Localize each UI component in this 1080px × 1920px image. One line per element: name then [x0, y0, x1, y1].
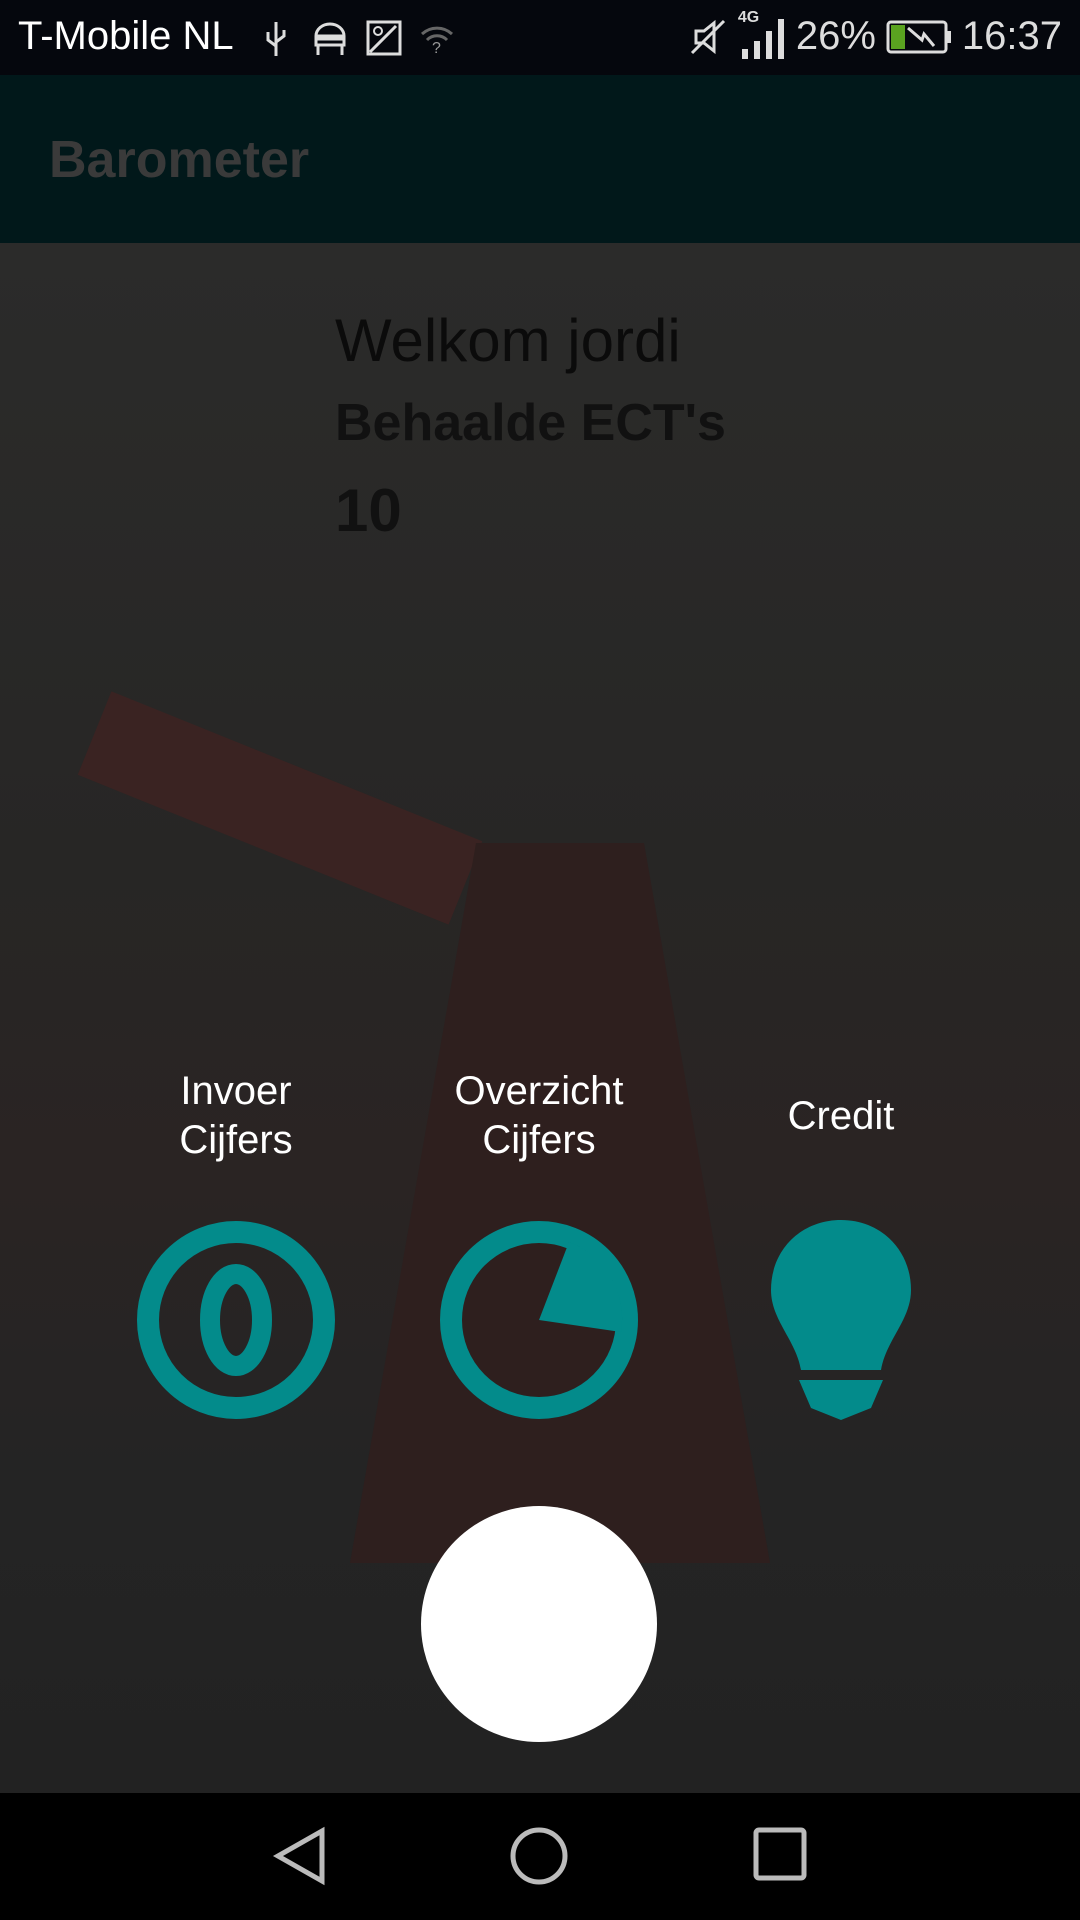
android-icon [314, 22, 346, 55]
back-icon[interactable] [272, 1826, 328, 1886]
zero-circle-icon[interactable] [136, 1220, 336, 1420]
lightbulb-icon[interactable] [771, 1220, 911, 1420]
signal-icon: 4G [738, 9, 786, 59]
menu-label-credit[interactable]: Credit [691, 1092, 991, 1141]
app-title: Barometer [49, 131, 310, 189]
label-line: Overzicht [454, 1069, 624, 1113]
action-button[interactable] [421, 1506, 657, 1742]
main-content: Welkom jordi Behaalde ECT's 10 Invoer Ci… [0, 243, 1080, 1793]
pie-chart-icon[interactable] [439, 1220, 639, 1420]
home-icon[interactable] [509, 1826, 569, 1886]
wifi-unknown-icon: ? [420, 26, 454, 54]
svg-text:?: ? [432, 40, 441, 54]
label-line: Credit [787, 1094, 895, 1138]
recents-icon[interactable] [752, 1826, 808, 1882]
mute-icon [690, 19, 725, 54]
app-bar: Barometer [0, 75, 1080, 243]
battery-charging-icon [886, 20, 951, 53]
label-line: Invoer [180, 1069, 292, 1113]
ects-label: Behaalde ECT's [335, 394, 726, 452]
status-bar: T-Mobile NL ? 4G 26% 16:37 [0, 0, 1080, 75]
navigation-bar [0, 1793, 1080, 1920]
background-photo [77, 691, 483, 925]
clock: 16:37 [961, 14, 1062, 58]
carrier-name: T-Mobile NL [18, 14, 234, 58]
background-photo-stairs [350, 843, 770, 1563]
label-line: Cijfers [482, 1118, 596, 1162]
menu-label-invoer-cijfers[interactable]: Invoer Cijfers [86, 1067, 386, 1165]
battery-percent: 26% [795, 14, 876, 58]
welcome-text: Welkom jordi [335, 307, 681, 374]
menu-label-overzicht-cijfers[interactable]: Overzicht Cijfers [389, 1067, 689, 1165]
usb-icon [266, 22, 286, 56]
label-line: Cijfers [179, 1118, 293, 1162]
ects-value: 10 [335, 477, 402, 544]
image-icon [366, 20, 402, 56]
